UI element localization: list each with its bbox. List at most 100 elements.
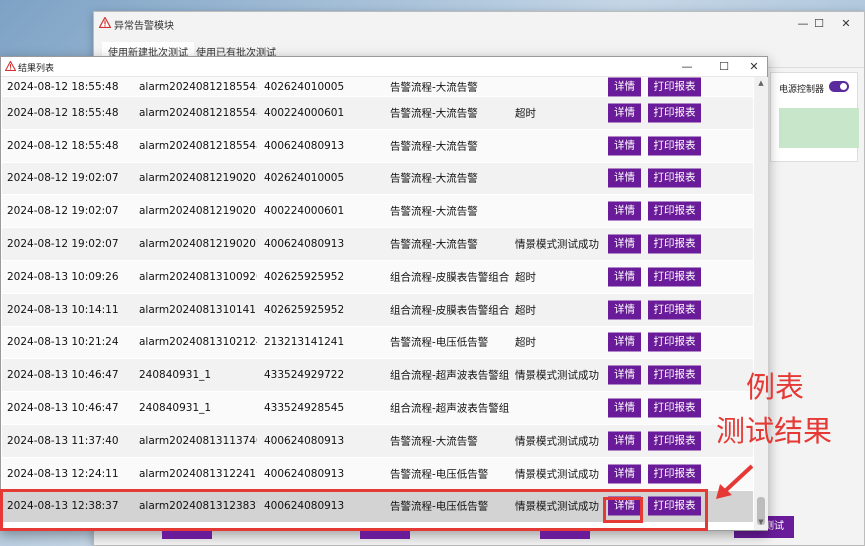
flow-cell: 告警流程-大流告警 — [390, 205, 478, 218]
detail-button[interactable]: 详情 — [608, 332, 641, 352]
print-report-button[interactable]: 打印报表 — [648, 332, 701, 352]
warning-icon — [5, 61, 16, 71]
print-report-button[interactable]: 打印报表 — [648, 267, 701, 287]
table-row[interactable]: 2024-08-13 10:09:26 alarm20240813100926_1… — [2, 260, 753, 294]
detail-button[interactable]: 详情 — [608, 431, 641, 451]
alarm-id-cell: alarm20240812185548_1 — [139, 106, 257, 119]
highlight-detail-box — [603, 497, 643, 523]
power-controller-toggle[interactable] — [829, 81, 849, 92]
print-report-button[interactable]: 打印报表 — [648, 136, 701, 156]
back-button-peek — [360, 531, 410, 539]
result-list-titlebar: 结果列表 — ☐ ✕ — [1, 57, 767, 77]
power-panel: 电源控制器 — [770, 72, 859, 162]
print-report-button[interactable]: 打印报表 — [648, 300, 701, 320]
time-cell: 2024-08-13 12:24:11 — [7, 467, 119, 480]
device-id-cell: 402625925952 — [264, 270, 345, 283]
detail-button[interactable]: 详情 — [608, 398, 641, 418]
table-row[interactable]: 2024-08-12 18:55:48 alarm20240812185548_1… — [2, 97, 753, 130]
result-cell: 情景模式测试成功 — [515, 468, 599, 481]
time-cell: 2024-08-12 19:02:07 — [7, 205, 119, 218]
flow-cell: 告警流程-大流告警 — [390, 238, 478, 251]
result-cell: 超时 — [515, 271, 536, 284]
device-id-cell: 402624010005 — [264, 172, 345, 185]
print-report-button[interactable]: 打印报表 — [648, 398, 701, 418]
alarm-id-cell: 240840931_1 — [139, 402, 212, 415]
table-row[interactable]: 2024-08-12 18:55:48 alarm20240812185548_1… — [2, 129, 753, 163]
table-row[interactable]: 2024-08-12 19:02:07 alarm20240812190207_1… — [2, 162, 753, 196]
print-report-button[interactable]: 打印报表 — [648, 464, 701, 484]
alarm-id-cell: alarm20240813102124_1 — [139, 336, 257, 349]
detail-button[interactable]: 详情 — [608, 267, 641, 287]
device-id-cell: 400224000601 — [264, 205, 345, 218]
maximize-button[interactable]: ☐ — [711, 58, 737, 75]
table-row[interactable]: 2024-08-13 10:46:47 240840931_1 4335249285… — [2, 392, 753, 425]
flow-cell: 组合流程-超声波表告警组合 — [390, 402, 510, 415]
device-id-cell: 402624010005 — [264, 80, 345, 93]
device-id-cell: 400224000601 — [264, 106, 345, 119]
print-report-button[interactable]: 打印报表 — [648, 168, 701, 188]
flow-cell: 告警流程-大流告警 — [390, 140, 478, 153]
table-row[interactable]: 2024-08-13 12:24:11 alarm20240813122411_1… — [2, 457, 753, 491]
result-cell: 情景模式测试成功 — [515, 369, 599, 382]
detail-button[interactable]: 详情 — [608, 77, 641, 96]
scroll-down-arrow-icon[interactable]: ▼ — [754, 518, 768, 528]
print-report-button[interactable]: 打印报表 — [648, 103, 701, 123]
detail-button[interactable]: 详情 — [608, 136, 641, 156]
print-report-button[interactable]: 打印报表 — [648, 201, 701, 221]
flow-cell: 告警流程-电压低告警 — [390, 336, 489, 349]
flow-cell: 组合流程-皮膜表告警组合 — [390, 304, 510, 317]
power-controller-label: 电源控制器 — [779, 85, 825, 95]
alarm-id-cell: alarm20240813101411_1 — [139, 303, 257, 316]
time-cell: 2024-08-12 18:55:48 — [7, 80, 119, 93]
alarm-id-cell: alarm20240813122411_1 — [139, 467, 257, 480]
detail-button[interactable]: 详情 — [608, 365, 641, 385]
highlight-row-box — [0, 489, 708, 531]
alarm-id-cell: alarm20240812190207_1 — [139, 172, 257, 185]
table-row[interactable]: 2024-08-13 10:14:11 alarm20240813101411_1… — [2, 293, 753, 327]
device-id-cell: 402625925952 — [264, 303, 345, 316]
flow-cell: 告警流程-大流告警 — [390, 435, 478, 448]
table-row[interactable]: 2024-08-13 11:37:40 alarm20240813113740_1… — [2, 424, 753, 458]
print-report-button[interactable]: 打印报表 — [648, 234, 701, 254]
table-row[interactable]: 2024-08-12 19:02:07 alarm20240812190207_1… — [2, 195, 753, 229]
annotation-line-1: 例表 — [746, 370, 805, 404]
result-list-title: 结果列表 — [18, 64, 55, 74]
scroll-up-arrow-icon[interactable]: ▲ — [754, 79, 768, 89]
detail-button[interactable]: 详情 — [608, 300, 641, 320]
device-id-cell: 400624080913 — [264, 238, 345, 251]
detail-button[interactable]: 详情 — [608, 201, 641, 221]
alarm-id-cell: alarm20240812190207_1 — [139, 205, 257, 218]
print-report-button[interactable]: 打印报表 — [648, 77, 701, 96]
device-id-cell: 400624080913 — [264, 139, 345, 152]
time-cell: 2024-08-13 10:46:47 — [7, 402, 119, 415]
result-cell: 情景模式测试成功 — [515, 238, 599, 251]
time-cell: 2024-08-13 11:37:40 — [7, 434, 119, 447]
detail-button[interactable]: 详情 — [608, 234, 641, 254]
detail-button[interactable]: 详情 — [608, 103, 641, 123]
alarm-id-cell: alarm20240813100926_1 — [139, 270, 257, 283]
print-report-button[interactable]: 打印报表 — [648, 431, 701, 451]
close-button[interactable]: ✕ — [832, 15, 860, 33]
device-id-cell: 400624080913 — [264, 467, 345, 480]
close-button[interactable]: ✕ — [741, 58, 767, 75]
maximize-button[interactable]: ☐ — [805, 15, 833, 33]
result-list-window: 结果列表 — ☐ ✕ 2024-08-12 18:55:48 alarm20240… — [0, 56, 768, 531]
flow-cell: 组合流程-皮膜表告警组合 — [390, 271, 510, 284]
alarm-id-cell: alarm20240813113740_1 — [139, 434, 257, 447]
minimize-button[interactable]: — — [674, 58, 700, 75]
alarm-id-cell: 240840931_1 — [139, 369, 212, 382]
flow-cell: 告警流程-大流告警 — [390, 107, 478, 120]
table-row[interactable]: 2024-08-13 10:21:24 alarm20240813102124_1… — [2, 326, 753, 360]
annotation-arrow-icon — [716, 464, 754, 499]
time-cell: 2024-08-12 18:55:48 — [7, 106, 119, 119]
table-row[interactable]: 2024-08-12 19:02:07 alarm20240812190207_1… — [2, 228, 753, 261]
flow-cell: 组合流程-超声波表告警组合 — [390, 369, 510, 382]
detail-button[interactable]: 详情 — [608, 464, 641, 484]
table-row[interactable]: 2024-08-13 10:46:47 240840931_1 4335249297… — [2, 359, 753, 393]
print-report-button[interactable]: 打印报表 — [648, 365, 701, 385]
detail-button[interactable]: 详情 — [608, 168, 641, 188]
device-id-cell: 433524928545 — [264, 402, 345, 415]
table-row[interactable]: 2024-08-12 18:55:48 alarm20240812185548_1… — [2, 77, 753, 97]
annotation-line-2: 测试结果 — [716, 414, 833, 448]
flow-cell: 告警流程-电压低告警 — [390, 468, 489, 481]
